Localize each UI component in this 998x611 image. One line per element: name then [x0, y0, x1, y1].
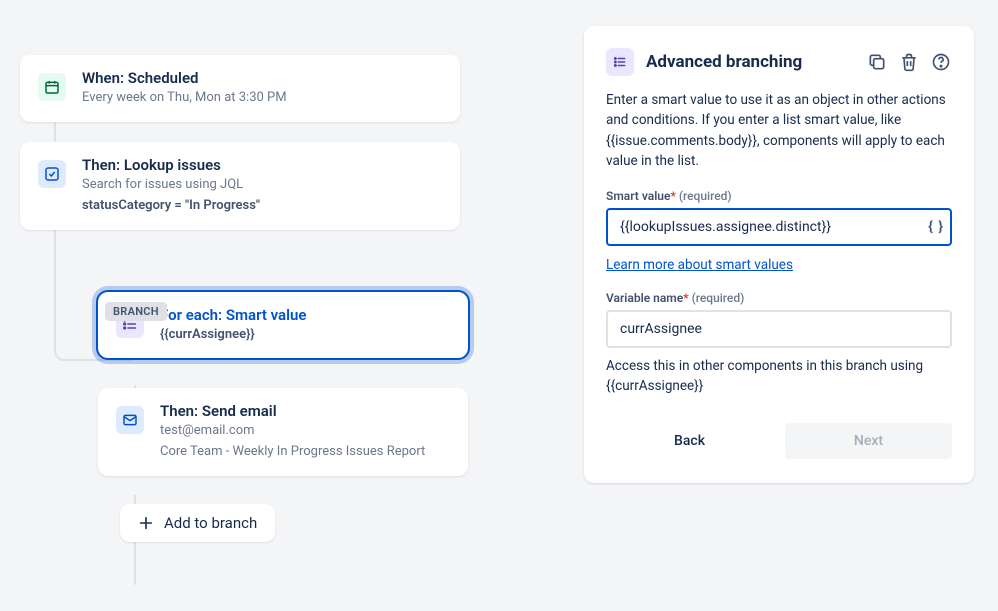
variable-name-input[interactable] [606, 310, 952, 348]
copy-icon[interactable] [866, 51, 888, 73]
variable-name-label: Variable name* (required) [606, 291, 952, 305]
next-button[interactable]: Next [785, 423, 952, 459]
branch-badge: BRANCH [105, 302, 167, 321]
add-to-branch-label: Add to branch [164, 514, 257, 532]
step-detail: statusCategory = "In Progress" [82, 197, 438, 216]
smart-value-label: Smart value* (required) [606, 189, 952, 203]
list-icon [606, 48, 634, 76]
step-detail: Core Team - Weekly In Progress Issues Re… [160, 443, 446, 462]
step-subtitle: Every week on Thu, Mon at 3:30 PM [82, 89, 438, 108]
add-to-branch-button[interactable]: Add to branch [120, 504, 275, 542]
smart-value-input[interactable] [606, 208, 952, 246]
variable-hint: Access this in other components in this … [606, 356, 952, 397]
panel-description: Enter a smart value to use it as an obje… [606, 90, 952, 171]
mail-icon [116, 406, 144, 434]
panel-title: Advanced branching [646, 52, 854, 72]
help-icon[interactable] [930, 51, 952, 73]
back-button[interactable]: Back [606, 423, 773, 459]
braces-icon[interactable]: { } [928, 219, 944, 235]
plus-icon [138, 515, 154, 531]
step-detail: {{currAssignee}} [160, 326, 446, 345]
check-square-icon [38, 160, 66, 188]
action-card-lookup-issues[interactable]: Then: Lookup issues Search for issues us… [20, 142, 460, 230]
calendar-icon [38, 73, 66, 101]
step-title: When: Scheduled [82, 69, 438, 87]
trigger-card-scheduled[interactable]: When: Scheduled Every week on Thu, Mon a… [20, 55, 460, 122]
step-subtitle: Search for issues using JQL [82, 176, 438, 195]
step-title: Then: Lookup issues [82, 156, 438, 174]
step-title: Then: Send email [160, 402, 446, 420]
learn-more-link[interactable]: Learn more about smart values [606, 257, 793, 273]
step-title: For each: Smart value [160, 306, 446, 324]
action-card-send-email[interactable]: Then: Send email test@email.com Core Tea… [98, 388, 468, 476]
step-subtitle: test@email.com [160, 422, 446, 441]
trash-icon[interactable] [898, 51, 920, 73]
config-panel: Advanced branching Enter a smart value t… [584, 26, 974, 483]
